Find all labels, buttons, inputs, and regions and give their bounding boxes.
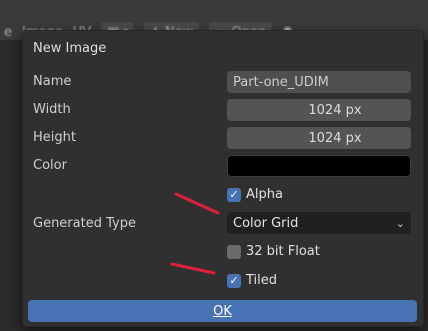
new-image-dialog: New Image Name Part-one_UDIM Width 1024 …	[22, 30, 424, 327]
width-label: Width	[33, 102, 71, 117]
float-checkbox-row[interactable]: ✓ 32 bit Float	[227, 244, 320, 259]
name-value: Part-one_UDIM	[233, 74, 329, 90]
alpha-checkbox-row[interactable]: ✓ Alpha	[227, 187, 283, 202]
generated-type-value: Color Grid	[233, 215, 299, 231]
generated-type-select[interactable]: Color Grid ⌄	[227, 212, 411, 234]
height-value: 1024 px	[308, 130, 362, 146]
name-field[interactable]: Part-one_UDIM	[227, 71, 411, 93]
float-checkbox[interactable]: ✓	[227, 244, 241, 259]
dialog-title: New Image	[33, 41, 107, 56]
tiled-label: Tiled	[246, 273, 278, 288]
checkmark-icon: ✓	[229, 188, 239, 201]
tiled-checkbox[interactable]: ✓	[227, 273, 241, 288]
ok-label: OK	[213, 303, 232, 319]
width-value: 1024 px	[308, 102, 362, 118]
float-label: 32 bit Float	[246, 244, 320, 259]
checkmark-icon: ✓	[229, 274, 239, 287]
chevron-down-icon: ⌄	[395, 216, 405, 230]
generated-type-label: Generated Type	[33, 216, 136, 231]
menu-view[interactable]: e	[4, 25, 12, 40]
tiled-checkbox-row[interactable]: ✓ Tiled	[227, 273, 277, 288]
alpha-checkbox[interactable]: ✓	[227, 187, 241, 202]
alpha-label: Alpha	[246, 187, 283, 202]
color-label: Color	[33, 158, 67, 173]
height-field[interactable]: 1024 px	[227, 127, 411, 149]
color-swatch[interactable]	[227, 155, 411, 177]
height-label: Height	[33, 130, 76, 145]
name-label: Name	[33, 74, 72, 89]
width-field[interactable]: 1024 px	[227, 99, 411, 121]
ok-button[interactable]: OK	[28, 300, 417, 322]
